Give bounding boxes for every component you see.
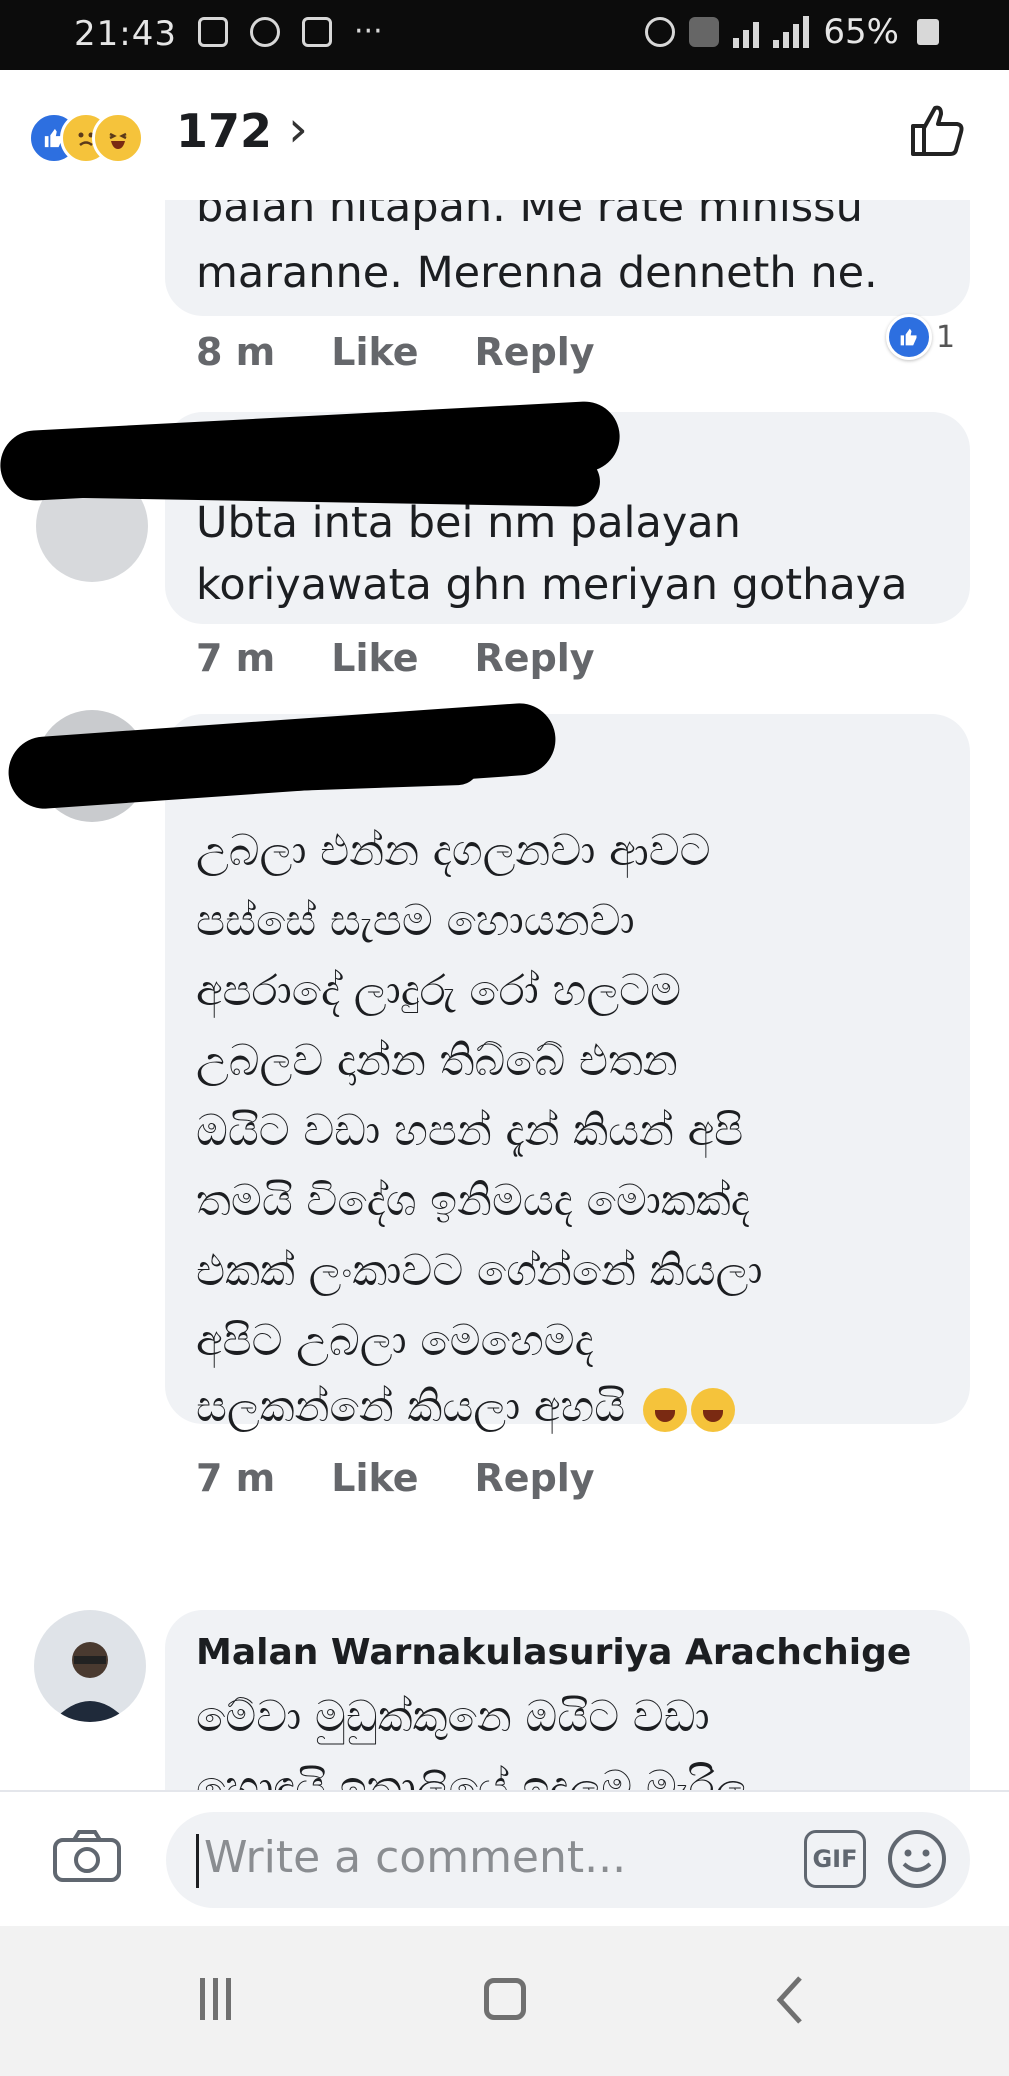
like-button[interactable]: Like xyxy=(331,636,418,680)
status-notification-icons: ··· xyxy=(198,14,383,49)
comment-text-last-line: සලකන්නේ කියලා අහයි xyxy=(196,1376,735,1438)
comment-text: පස්සේ සැපම හොයනවා xyxy=(196,896,635,946)
comment-actions: 7 m Like Reply xyxy=(196,1456,595,1500)
reaction-count[interactable]: 172 xyxy=(176,104,272,158)
home-icon[interactable] xyxy=(484,1978,526,2020)
comment-composer: Write a comment... GIF xyxy=(0,1790,1009,1928)
wifi-signal-icon xyxy=(733,16,760,48)
comment-text: අපිට උබලා මෙහෙමද xyxy=(196,1316,594,1366)
reaction-summary[interactable] xyxy=(28,112,168,164)
comment-input-placeholder: Write a comment... xyxy=(204,1832,627,1883)
more-notifications-icon: ··· xyxy=(354,14,383,49)
comment-text: සලකන්නේ කියලා අහයි xyxy=(196,1382,626,1432)
reply-button[interactable]: Reply xyxy=(475,1456,595,1500)
comment-author[interactable]: Malan Warnakulasuriya Arachchige xyxy=(196,1632,911,1673)
comment-text: මේවා මුඩුක්කුනෙ ඔයිට වඩා xyxy=(196,1692,710,1742)
comment-text: හොඳයි ඉතාලියේ ඉදලම මැරිල xyxy=(196,1762,748,1790)
instagram-icon xyxy=(302,16,332,47)
haha-reaction-icon xyxy=(92,112,144,164)
back-icon[interactable] xyxy=(770,1970,810,2030)
chevron-right-icon[interactable]: › xyxy=(288,100,308,158)
comment-text: උබලා එන්න දගලනවා ආවට xyxy=(196,826,711,876)
comment-reaction-count: 1 xyxy=(936,319,956,355)
comment-text: එකක් ලංකාවට ගේන්නේ කියලා xyxy=(196,1246,763,1296)
cell-signal-icon xyxy=(773,16,810,48)
comment-text: koriyawata ghn meriyan gothaya xyxy=(196,560,908,610)
comment-time: 8 m xyxy=(196,330,276,374)
laughing-tears-emoji-icon xyxy=(642,1387,687,1432)
person-walking-icon xyxy=(250,16,280,47)
comments-sheet: 172 › balan hitapan. Me rate minissu mar… xyxy=(0,70,1009,2076)
recent-apps-icon[interactable] xyxy=(200,1978,231,2020)
comment-time: 7 m xyxy=(196,636,276,680)
text-caret xyxy=(196,1834,199,1888)
comment-text: තමයි විදේශ ඉනිමයද මොකක්ද xyxy=(196,1176,750,1226)
status-system-icons: 65% xyxy=(645,12,939,52)
status-time: 21:43 xyxy=(74,14,177,54)
comment-actions: 7 m Like Reply xyxy=(196,636,595,680)
comment-text: උබලව දාන්න තිබ්බේ එතන xyxy=(196,1036,678,1086)
comment-actions: 8 m Like Reply xyxy=(196,330,595,374)
comment-text: Ubta inta bei nm palayan xyxy=(196,498,741,548)
reactions-header: 172 › xyxy=(0,70,1009,200)
comment-text: maranne. Merenna denneth ne. xyxy=(196,248,878,298)
comment-text: අපරාදේ ලාදුරු රෝ හලටම xyxy=(196,966,681,1016)
avatar-person-icon xyxy=(52,1642,128,1722)
like-thumb-icon[interactable] xyxy=(907,100,967,160)
battery-icon xyxy=(917,19,939,45)
alarm-icon xyxy=(645,17,676,47)
gallery-icon xyxy=(198,16,228,47)
like-reaction-icon xyxy=(886,314,932,360)
comment-time: 7 m xyxy=(196,1456,276,1500)
comment-reaction-badge[interactable]: 1 xyxy=(886,314,955,360)
reply-button[interactable]: Reply xyxy=(475,330,595,374)
comment-text-cut: balan hitapan. Me rate minissu xyxy=(196,200,863,232)
laughing-tears-emoji-icon xyxy=(690,1387,735,1432)
comment-input[interactable]: Write a comment... GIF xyxy=(166,1812,970,1908)
emoji-smile-icon[interactable] xyxy=(886,1828,948,1890)
comment-text: ඔයිට වඩා හපන් දැන් කියන් අපි xyxy=(196,1106,744,1156)
system-navigation-bar xyxy=(0,1926,1009,2076)
comments-feed: balan hitapan. Me rate minissu maranne. … xyxy=(0,200,1009,1790)
avatar[interactable] xyxy=(34,1610,146,1722)
status-bar: 21:43 ··· 65% xyxy=(0,0,1009,70)
volte-icon xyxy=(689,17,720,47)
camera-icon[interactable] xyxy=(52,1828,122,1884)
like-button[interactable]: Like xyxy=(331,330,418,374)
battery-level: 65% xyxy=(823,12,899,52)
like-button[interactable]: Like xyxy=(331,1456,418,1500)
reply-button[interactable]: Reply xyxy=(475,636,595,680)
gif-button[interactable]: GIF xyxy=(804,1830,866,1888)
